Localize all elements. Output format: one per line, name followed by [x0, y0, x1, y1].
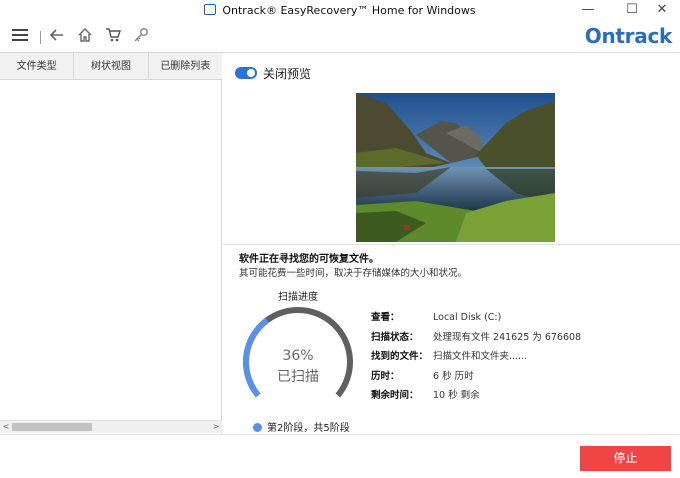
toggle-knob [247, 69, 255, 77]
right-panel: 关闭预览 软件正在寻找您的可恢复文件。 其可能花费一些时间，取决于存储媒体的大小… [223, 53, 680, 434]
home-icon[interactable] [75, 27, 95, 47]
toolbar-separator [40, 31, 41, 44]
detail-row: 找到的文件： 扫描文件和文件夹...... [371, 348, 581, 368]
scroll-left-icon[interactable]: < [0, 421, 12, 433]
close-button[interactable]: ✕ [644, 0, 680, 22]
app-icon [204, 4, 217, 15]
ontrack-logo: Ontrack [584, 24, 673, 48]
status-title: 软件正在寻找您的可恢复文件。 [239, 254, 379, 265]
stop-button[interactable]: 停止 [580, 446, 671, 471]
key-icon[interactable] [131, 27, 151, 47]
tab-deleted-list[interactable]: 已删除列表 [149, 53, 222, 79]
progress-percent: 36% [282, 348, 314, 364]
minimize-button[interactable]: — [570, 0, 606, 22]
stage-indicator: 第2阶段，共5阶段 [253, 419, 350, 434]
detail-value: 扫描文件和文件夹...... [433, 351, 528, 362]
progress-state: 已扫描 [277, 369, 319, 385]
detail-row: 扫描状态： 处理现有文件 241625 为 676608 [371, 329, 581, 349]
detail-row: 查看： Local Disk (C:) [371, 309, 581, 329]
detail-key: 历时： [371, 370, 400, 382]
preview-toggle-label: 关闭预览 [263, 67, 312, 81]
toolbar: Ontrack [0, 22, 680, 52]
back-icon[interactable] [47, 27, 67, 47]
status-separator [223, 244, 680, 245]
tab-tree-view[interactable]: 树状视图 [74, 53, 149, 79]
footer: 停止 [0, 434, 680, 478]
scan-details: 查看： Local Disk (C:) 扫描状态： 处理现有文件 241625 为 … [371, 309, 581, 407]
scroll-right-icon[interactable]: > [210, 421, 222, 433]
progress-label: 扫描进度 [278, 292, 318, 303]
view-tabs: 文件类型 树状视图 已删除列表 [0, 53, 222, 80]
detail-value: 处理现有文件 241625 为 676608 [433, 331, 582, 343]
window-title: Ontrack® EasyRecovery™ Home for Windows [222, 4, 476, 17]
detail-key: 剩余时间： [371, 390, 419, 401]
tab-file-type[interactable]: 文件类型 [0, 53, 75, 79]
detail-row: 剩余时间： 10 秒 剩余 [371, 387, 581, 407]
detail-value: Local Disk (C:) [433, 312, 502, 323]
detail-value: 10 秒 剩余 [433, 390, 480, 401]
stage-text: 第2阶段，共5阶段 [267, 423, 350, 434]
cart-icon[interactable] [103, 27, 123, 47]
horizontal-scrollbar[interactable]: < > [0, 420, 222, 433]
detail-value: 6 秒 历时 [433, 370, 474, 382]
detail-key: 扫描状态： [371, 331, 419, 343]
menu-icon[interactable] [10, 27, 30, 47]
preview-toggle[interactable] [235, 67, 257, 79]
stage-dot-icon [253, 423, 262, 432]
left-panel: 文件类型 树状视图 已删除列表 < > [0, 53, 222, 434]
preview-image [356, 93, 555, 242]
detail-row: 历时： 6 秒 历时 [371, 368, 581, 388]
detail-key: 查看： [371, 312, 400, 323]
scroll-thumb[interactable] [12, 423, 92, 431]
detail-key: 找到的文件： [371, 351, 429, 362]
status-subtitle: 其可能花费一些时间，取决于存储媒体的大小和状况。 [239, 268, 468, 279]
title-bar: Ontrack® EasyRecovery™ Home for Windows … [0, 0, 680, 22]
